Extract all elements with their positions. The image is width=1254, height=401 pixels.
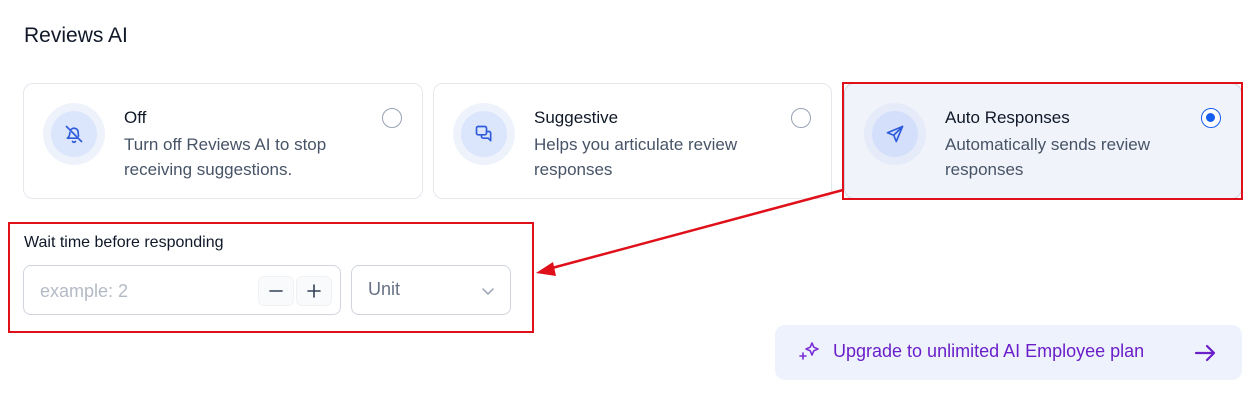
upgrade-plan-button[interactable]: Upgrade to unlimited AI Employee plan xyxy=(775,325,1242,380)
decrement-button[interactable] xyxy=(258,276,294,306)
radio-suggestive[interactable] xyxy=(791,108,811,128)
chevron-down-icon xyxy=(482,288,494,295)
option-description: Automatically sends review responses xyxy=(945,135,1151,179)
unit-select[interactable]: Unit xyxy=(351,265,511,315)
option-title: Off xyxy=(124,108,147,127)
wait-time-label: Wait time before responding xyxy=(24,234,224,251)
option-card-suggestive[interactable]: Suggestive Helps you articulate review r… xyxy=(433,83,832,199)
option-title: Auto Responses xyxy=(945,108,1070,127)
send-icon-wrap xyxy=(864,103,926,165)
increment-button[interactable] xyxy=(296,276,332,306)
option-description: Turn off Reviews AI to stop receiving su… xyxy=(124,135,327,179)
upgrade-label: Upgrade to unlimited AI Employee plan xyxy=(833,341,1145,361)
radio-auto-responses[interactable] xyxy=(1201,108,1221,128)
wait-time-input[interactable] xyxy=(40,278,250,304)
plus-icon xyxy=(307,284,321,298)
minus-icon xyxy=(269,290,283,292)
arrow-right-icon xyxy=(1194,344,1216,362)
send-icon xyxy=(872,111,918,157)
option-title: Suggestive xyxy=(534,108,619,127)
radio-off[interactable] xyxy=(382,108,402,128)
wait-time-number-field xyxy=(23,265,341,315)
bell-off-icon-wrap xyxy=(43,103,105,165)
unit-select-value: Unit xyxy=(368,279,401,299)
option-card-off[interactable]: Off Turn off Reviews AI to stop receivin… xyxy=(23,83,423,199)
page-title: Reviews AI xyxy=(24,24,128,47)
bell-off-icon xyxy=(51,111,97,157)
chat-bubbles-icon xyxy=(461,111,507,157)
chat-bubbles-icon-wrap xyxy=(453,103,515,165)
option-description: Helps you articulate review responses xyxy=(534,135,738,179)
option-card-auto-responses[interactable]: Auto Responses Automatically sends revie… xyxy=(844,83,1242,199)
sparkles-icon xyxy=(799,342,819,360)
